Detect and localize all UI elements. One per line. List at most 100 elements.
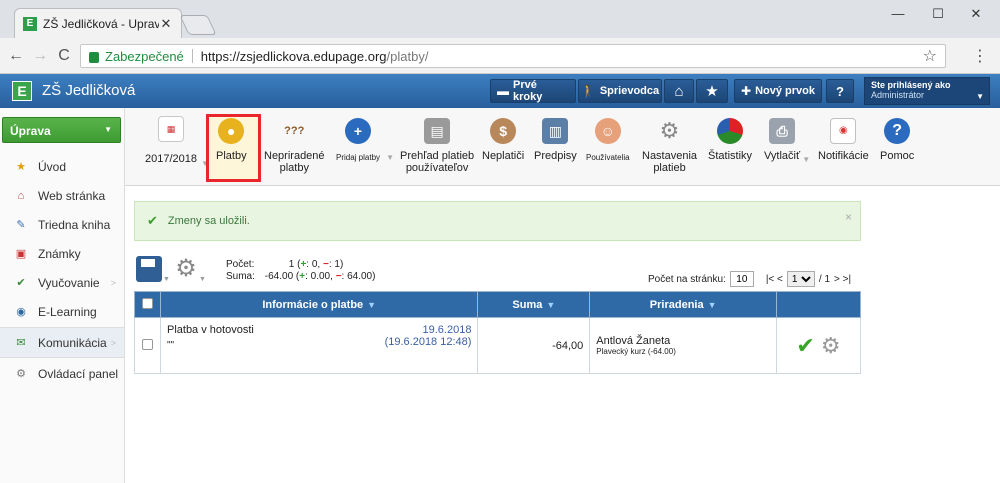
edupage-logo-icon[interactable]: E [12, 81, 32, 101]
chevron-down-icon[interactable]: ▼ [163, 276, 170, 283]
sum-line: Suma: -64.00 (+: 0.00, −: 64.00) [226, 271, 375, 283]
tool-statistiky[interactable]: Štatistiky [708, 118, 752, 162]
chevron-down-icon: ▼ [976, 92, 984, 101]
confirmed-check-icon[interactable]: ✔ [796, 333, 814, 358]
sidebar-item-komunikacia[interactable]: ✉ Komunikácia > [0, 328, 124, 357]
maximize-button[interactable]: ☐ [918, 4, 958, 26]
count-line: Počet: 1 (+: 0, −: 1) [226, 259, 375, 271]
tool-pouzivatelia[interactable]: ☺ Používatelia [586, 118, 630, 164]
tool-predpisy[interactable]: ▥ Predpisy [534, 118, 577, 162]
sidebar-item-uvod[interactable]: ★ Úvod [0, 152, 124, 181]
tool-notifikacie[interactable]: ◉ Notifikácie [818, 118, 869, 162]
assignment-cell[interactable]: Antlová Žaneta Plavecký kurz (-64.00) [589, 317, 778, 374]
page-select[interactable]: 1 [786, 271, 815, 287]
per-page-input[interactable] [729, 271, 754, 287]
tool-label: platby [279, 162, 309, 174]
sidebar-item-triedna-kniha[interactable]: ✎ Triedna kniha [0, 210, 124, 239]
filter-icon[interactable]: ▼ [546, 300, 555, 310]
pagination: Počet na stránku: |< < 1 / 1 > >| [648, 271, 851, 287]
tool-nastavenia-platieb[interactable]: ⚙ Nastavenia platieb [642, 118, 697, 175]
column-header-suma[interactable]: Suma ▼ [477, 291, 591, 318]
tool-nepriradene-platby[interactable]: ??? Nepriradené platby [264, 118, 325, 174]
browser-menu-icon[interactable]: ⋮ [970, 46, 990, 66]
filter-icon[interactable]: ▼ [367, 300, 376, 310]
coins-pot-icon: ● [218, 118, 245, 144]
tool-pomoc[interactable]: ? Pomoc [880, 118, 914, 162]
chevron-right-icon: > [110, 337, 116, 348]
prve-kroky-button[interactable]: ▬ Prvé kroky [490, 79, 576, 103]
sidebar-item-label: Komunikácia [38, 335, 107, 350]
communication-icon: ✉ [16, 336, 26, 349]
school-year-selector[interactable]: ▦ 2017/2018 ▼ [145, 116, 209, 168]
sum-value: -64.00 ( [264, 271, 300, 282]
alert-close-icon[interactable]: × [845, 210, 852, 224]
sidebar-item-vyucovanie[interactable]: ✔ Vyučovanie > [0, 268, 124, 297]
user-menu[interactable]: Ste prihlásený ako Administrátor ▼ [864, 77, 990, 105]
payment-info-cell[interactable]: 19.6.2018 (19.6.2018 12:48) Platba v hot… [159, 317, 479, 374]
tool-platby[interactable]: ● Platby [216, 118, 247, 162]
column-header-priradenia[interactable]: Priradenia ▼ [589, 291, 778, 318]
help-button[interactable]: ? [826, 79, 854, 103]
address-bar: ← → C Zabezpečené https://zsjedlickova.e… [0, 38, 1000, 74]
table-row[interactable]: 19.6.2018 (19.6.2018 12:48) Platba v hot… [134, 317, 861, 374]
url-path: /platby/ [386, 48, 429, 64]
payment-date: 19.6.2018 (19.6.2018 12:48) [385, 324, 472, 348]
next-last-links[interactable]: > >| [834, 274, 851, 285]
row-checkbox[interactable] [141, 338, 153, 350]
sidebar-item-web-stranka[interactable]: ⌂ Web stránka [0, 181, 124, 210]
gear-icon[interactable]: ⚙ [174, 257, 198, 281]
uprava-button[interactable]: Úprava ▼ [2, 117, 121, 143]
sidebar-item-label: Triedna kniha [38, 217, 111, 232]
column-header-label: Priradenia [649, 298, 704, 311]
payments-overview-icon: ▤ [424, 118, 451, 144]
save-icon[interactable] [136, 256, 162, 282]
sidebar-item-e-learning[interactable]: ◉ E-Learning [0, 297, 124, 326]
url-input[interactable]: Zabezpečené https://zsjedlickova.edupage… [80, 44, 946, 68]
payments-table: Informácie o platbe ▼ Suma ▼ Priradenia ▼ 1… [134, 291, 861, 374]
checkbox[interactable] [141, 297, 153, 309]
filter-icon[interactable]: ▼ [708, 300, 717, 310]
row-gear-icon[interactable]: ⚙ [821, 333, 841, 358]
tab-title: ZŠ Jedličková - Upraviť vz [43, 16, 159, 31]
chevron-down-icon[interactable]: ▼ [199, 276, 206, 283]
new-tab-button[interactable] [179, 15, 217, 35]
count-plus-value: : 0, [306, 259, 321, 270]
first-prev-links[interactable]: |< < [766, 274, 783, 285]
tool-prehlad-platieb[interactable]: ▤ Prehľad platieb používateľov [400, 118, 474, 174]
sidebar-item-ovladaci-panel[interactable]: ⚙ Ovládací panel [0, 359, 124, 388]
school-name[interactable]: ZŠ Jedličková [42, 82, 135, 99]
minimize-button[interactable]: — [878, 4, 918, 26]
column-header-info[interactable]: Informácie o platbe ▼ [159, 291, 479, 318]
tool-pridaj-platby[interactable]: + Pridaj platby ▼ [336, 118, 394, 164]
tool-vytlacit[interactable]: ⎙ Vytlačiť ▼ [764, 118, 810, 164]
browser-tab[interactable]: E ZŠ Jedličková - Upraviť vz ✕ [14, 8, 182, 38]
novy-prvok-button[interactable]: ✚ Nový prvok [734, 79, 822, 103]
home-button[interactable]: ⌂ [664, 79, 694, 103]
url-host: https://zsjedlickova.edupage.org [200, 48, 387, 64]
select-all-checkbox[interactable] [134, 291, 161, 318]
tool-neplatici[interactable]: $ Neplatiči [482, 118, 524, 162]
help-question-icon: ? [884, 118, 911, 144]
favorites-button[interactable]: ★ [696, 79, 728, 103]
count-minus-value: : 1) [328, 259, 344, 270]
tool-label: Predpisy [534, 150, 577, 162]
sidebar-item-label: Známky [38, 246, 81, 261]
sidebar-item-znamky[interactable]: ▣ Známky [0, 239, 124, 268]
sidebar-item-label: Úvod [38, 159, 67, 174]
reload-icon[interactable]: C [54, 46, 74, 66]
bookmark-star-icon[interactable]: ☆ [923, 46, 937, 66]
sprievodca-button[interactable]: 🚶 Sprievodca [578, 79, 662, 103]
plus-icon: ✚ [741, 84, 752, 98]
forward-arrow-icon[interactable]: → [30, 46, 50, 66]
column-header-actions [776, 291, 861, 318]
users-icon: ☺ [594, 118, 621, 144]
tab-close-icon[interactable]: ✕ [159, 16, 173, 32]
unassigned-payments-icon: ??? [284, 125, 305, 137]
window-close-button[interactable]: ✕ [956, 4, 996, 26]
assignee-detail: Plavecký kurz (-64.00) [596, 347, 676, 356]
back-arrow-icon[interactable]: ← [6, 46, 26, 66]
school-year-label: 2017/2018 [145, 153, 197, 165]
payment-datetime: (19.6.2018 12:48) [384, 336, 472, 348]
sum-plus-value: : 0.00, [305, 271, 333, 282]
tool-label: Pomoc [880, 150, 915, 162]
